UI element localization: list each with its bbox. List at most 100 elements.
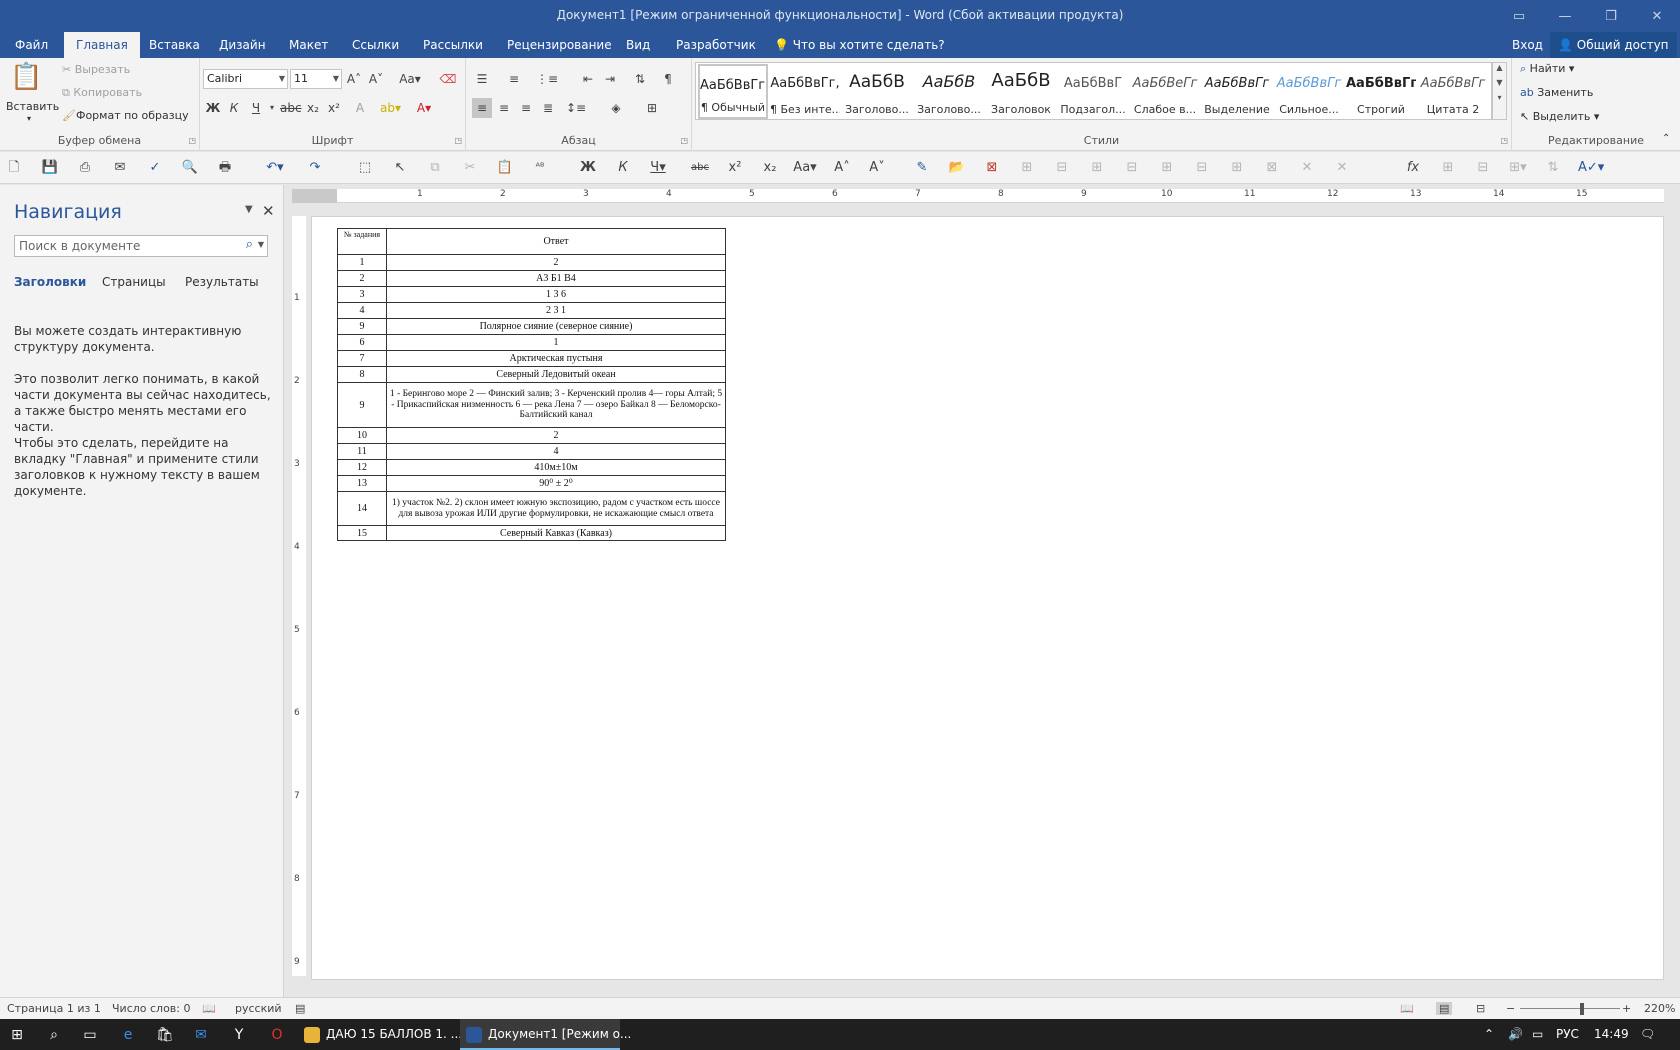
tab-insert[interactable]: Вставка — [137, 32, 212, 58]
answer-cell[interactable]: 410м±10м — [386, 459, 726, 476]
tab-developer[interactable]: Разработчик — [664, 32, 768, 58]
justify-icon[interactable]: ≣ — [538, 98, 558, 118]
quick-print-icon[interactable]: 🖶 — [215, 158, 235, 178]
subscript-icon[interactable]: x₂ — [760, 158, 780, 178]
clock[interactable]: 14:49 — [1594, 1019, 1629, 1050]
sort-icon[interactable]: ⇅ — [630, 69, 650, 89]
zoom-level[interactable]: 220% — [1644, 1002, 1675, 1015]
read-mode-icon[interactable]: 📖 — [1400, 1002, 1414, 1015]
language-indicator[interactable]: русский — [235, 1002, 282, 1015]
answer-cell[interactable]: 1) участок №2. 2) склон имеет южную эксп… — [386, 491, 726, 526]
search-icon[interactable]: ⌕ — [246, 237, 253, 252]
redo-icon[interactable]: ↷ — [305, 158, 325, 178]
tab-layout[interactable]: Макет — [277, 32, 340, 58]
task-number[interactable]: 10 — [337, 427, 387, 444]
table-erase-icon[interactable]: ⊠ — [1262, 158, 1282, 178]
table-rows-icon[interactable]: ⊞ — [1157, 158, 1177, 178]
task-number[interactable]: 15 — [337, 525, 387, 541]
search-input[interactable]: Поиск в документе ⌕ ▼ — [14, 235, 268, 257]
tab-review[interactable]: Рецензирование — [495, 32, 624, 58]
spelling-icon[interactable]: ✓ — [145, 158, 165, 178]
minimize-button[interactable]: — — [1542, 0, 1588, 32]
task-number[interactable]: 7 — [337, 350, 387, 367]
page-count[interactable]: Страница 1 из 1 — [7, 1002, 101, 1015]
collapse-ribbon-icon[interactable]: ⌃ — [1662, 133, 1670, 144]
nav-tab-pages[interactable]: Страницы — [102, 275, 166, 289]
signin-link[interactable]: Вход — [1512, 32, 1543, 58]
bold-button[interactable]: Ж — [203, 98, 223, 118]
task-view-icon[interactable]: ▭ — [79, 1024, 101, 1046]
shrink-font-icon[interactable]: A˅ — [366, 69, 386, 89]
style-strong[interactable]: АаБбВвГг, Строгий — [1346, 64, 1416, 119]
answer-cell[interactable]: 2 3 1 — [386, 302, 726, 319]
answer-cell[interactable]: 1 - Берингово море 2 — Финский залив; 3 … — [386, 382, 726, 428]
tray-expand-icon[interactable]: ⌃ — [1484, 1019, 1494, 1050]
task-number[interactable]: 9 — [337, 382, 387, 428]
share-button[interactable]: 👤 Общий доступ — [1550, 32, 1677, 58]
align-right-icon[interactable]: ≡ — [516, 98, 536, 118]
style-heading-1[interactable]: АаБбВ Заголово... — [842, 64, 912, 119]
font-color-icon[interactable]: A▾ — [414, 98, 434, 118]
answer-cell[interactable]: Полярное сияние (северное сияние) — [386, 318, 726, 335]
chevron-down-icon[interactable]: ▼ — [258, 240, 264, 249]
borders-icon[interactable]: ⊞ — [642, 98, 662, 118]
formula-icon[interactable]: fx — [1403, 158, 1423, 178]
table-delete-cols-icon[interactable]: ✕ — [1332, 158, 1352, 178]
paste-icon[interactable]: 📋 — [10, 62, 42, 92]
cut-button[interactable]: ✂ Вырезать — [62, 63, 130, 76]
task-number[interactable]: 14 — [337, 491, 387, 526]
tab-home[interactable]: Главная — [64, 32, 140, 58]
vertical-scrollbar[interactable] — [1664, 189, 1680, 980]
copy-icon[interactable]: ⧉ — [425, 158, 445, 178]
font-name-combo[interactable]: Calibri ▼ — [203, 69, 288, 89]
paste-icon[interactable]: 📋 — [495, 158, 515, 178]
answer-cell[interactable]: 2 — [386, 427, 726, 444]
shading-icon[interactable]: ◈ — [606, 98, 626, 118]
change-case-icon[interactable]: Aa▾ — [396, 69, 424, 89]
line-spacing-icon[interactable]: ↕≡ — [566, 98, 586, 118]
task-number[interactable]: 11 — [337, 443, 387, 460]
italic-icon[interactable]: К — [613, 158, 633, 178]
table-insert-icon[interactable]: ⊟ — [1052, 158, 1072, 178]
web-layout-icon[interactable]: ⊟ — [1476, 1002, 1485, 1015]
task-number[interactable]: 4 — [337, 302, 387, 319]
undo-icon[interactable]: ↶▾ — [265, 158, 285, 178]
search-icon[interactable]: ⌕ — [43, 1024, 65, 1046]
font-size-combo[interactable]: 11 ▼ — [290, 69, 342, 89]
text-style-icon[interactable]: ᴬᴮ — [530, 158, 550, 178]
volume-icon[interactable]: 🔊 — [1508, 1019, 1523, 1050]
edit-icon[interactable]: ✎ — [912, 158, 932, 178]
word-count[interactable]: Число слов: 0 — [112, 1002, 191, 1015]
task-number[interactable]: 6 — [337, 334, 387, 351]
distribute-rows-icon[interactable]: ⊞ — [1438, 158, 1458, 178]
superscript-icon[interactable]: x² — [324, 98, 344, 118]
change-case-icon[interactable]: Aa▾ — [790, 158, 820, 178]
zoom-slider-thumb[interactable] — [1580, 1003, 1584, 1015]
bold-icon[interactable]: Ж — [578, 158, 598, 178]
style-subtitle[interactable]: АаБбВвГ Подзагол... — [1058, 64, 1128, 119]
close-button[interactable]: ✕ — [1634, 0, 1680, 32]
notifications-icon[interactable]: 🗨 — [1640, 1019, 1655, 1050]
select-objects-icon[interactable]: ⬚ — [355, 158, 375, 178]
print-preview-icon[interactable]: ⎙ — [75, 158, 95, 178]
ribbon-display-options-button[interactable]: ▭ — [1496, 0, 1542, 32]
format-painter-button[interactable]: 🖌Формат по образцу — [62, 109, 189, 122]
network-icon[interactable]: ▭ — [1532, 1019, 1543, 1050]
answer-cell[interactable]: А3 Б1 В4 — [386, 270, 726, 287]
keyboard-language[interactable]: РУС — [1556, 1019, 1579, 1050]
style-intense-emphasis[interactable]: АаБбВвГг Сильное... — [1274, 64, 1344, 119]
grow-font-icon[interactable]: A˄ — [344, 69, 364, 89]
answer-cell[interactable]: Северный Ледовитый океан — [386, 366, 726, 383]
task-number[interactable]: 3 — [337, 286, 387, 303]
edge-icon[interactable]: e — [117, 1024, 139, 1046]
chevron-down-icon[interactable]: ▼ — [1493, 78, 1506, 87]
style-subtle-emphasis[interactable]: АаБбВеГг Слабое в... — [1130, 64, 1200, 119]
font-launcher-icon[interactable]: ◳ — [454, 136, 462, 145]
header-answer[interactable]: Ответ — [386, 228, 726, 255]
print-layout-icon[interactable]: ▤ — [1436, 1002, 1453, 1015]
select-button[interactable]: ↖ Выделить ▾ — [1520, 110, 1599, 123]
answer-cell[interactable]: 1 — [386, 334, 726, 351]
strikethrough-icon[interactable]: abc — [280, 98, 302, 118]
replace-button[interactable]: ab Заменить — [1520, 86, 1593, 99]
zoom-in-icon[interactable]: + — [1622, 1002, 1631, 1015]
